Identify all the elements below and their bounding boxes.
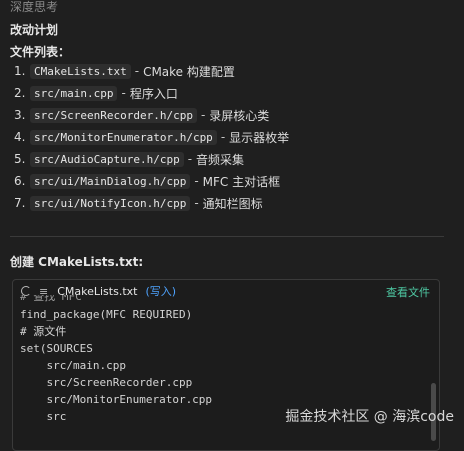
list-item: 5. src/AudioCapture.h/cpp - 音频采集 xyxy=(14,148,289,170)
code-line: src xyxy=(20,410,67,423)
separator-dash: - xyxy=(134,64,140,78)
file-path-code: src/main.cpp xyxy=(30,85,118,101)
file-path-code: src/AudioCapture.h/cpp xyxy=(30,151,184,167)
code-line: src/MonitorEnumerator.cpp xyxy=(20,393,213,406)
list-number: 7. xyxy=(14,196,26,210)
list-item: 2. src/main.cpp - 程序入口 xyxy=(14,82,289,104)
list-number: 6. xyxy=(14,174,26,188)
code-line: find_package(MFC REQUIRED) xyxy=(20,308,193,321)
watermark-text: 掘金技术社区 @ 海滨code xyxy=(285,409,454,425)
code-line: src/main.cpp xyxy=(20,359,126,372)
code-line: set(SOURCES xyxy=(20,342,93,355)
code-line: # 查找 MFC xyxy=(20,295,82,303)
list-item: 4. src/MonitorEnumerator.h/cpp - 显示器枚举 xyxy=(14,126,289,148)
section-divider xyxy=(10,236,444,237)
list-item: 7. src/ui/NotifyIcon.h/cpp - 通知栏图标 xyxy=(14,192,289,214)
create-file-heading: 创建 CMakeLists.txt: xyxy=(10,255,144,269)
list-item: 3. src/ScreenRecorder.h/cpp - 录屏核心类 xyxy=(14,104,289,126)
file-path-code: src/ui/MainDialog.h/cpp xyxy=(30,173,191,189)
file-description: CMake 构建配置 xyxy=(143,64,235,79)
separator-dash: - xyxy=(187,152,193,166)
code-line: src/ScreenRecorder.cpp xyxy=(20,376,193,389)
list-number: 1. xyxy=(14,64,26,78)
file-description: 通知栏图标 xyxy=(202,196,263,211)
list-item: 6. src/ui/MainDialog.h/cpp - MFC 主对话框 xyxy=(14,170,289,192)
separator-dash: - xyxy=(121,86,126,100)
list-item: 1. CMakeLists.txt - CMake 构建配置 xyxy=(14,60,289,82)
file-path-code: src/ScreenRecorder.h/cpp xyxy=(30,107,197,123)
file-list-heading: 文件列表： xyxy=(10,45,71,59)
file-list: 1. CMakeLists.txt - CMake 构建配置 2. src/ma… xyxy=(14,60,289,214)
separator-dash: - xyxy=(194,196,199,210)
file-description: 录屏核心类 xyxy=(209,108,270,123)
file-description: MFC 主对话框 xyxy=(202,174,281,189)
code-block[interactable]: # 查找 MFC find_package(MFC REQUIRED) # 源文… xyxy=(20,295,212,425)
list-number: 3. xyxy=(14,108,26,122)
file-description: 音频采集 xyxy=(196,152,245,167)
file-description: 程序入口 xyxy=(129,86,178,101)
file-description: 显示器枚举 xyxy=(229,130,290,145)
separator-dash: - xyxy=(200,108,206,122)
code-line: # 源文件 xyxy=(20,325,67,338)
separator-dash: - xyxy=(194,174,199,188)
separator-dash: - xyxy=(220,130,226,144)
list-number: 5. xyxy=(14,152,26,166)
change-plan-heading: 改动计划 xyxy=(10,23,59,37)
file-path-code: src/ui/NotifyIcon.h/cpp xyxy=(30,195,191,211)
view-file-button[interactable]: 查看文件 xyxy=(386,284,430,300)
file-path-code: CMakeLists.txt xyxy=(30,63,131,79)
deep-thinking-label[interactable]: 深度思考 xyxy=(10,0,58,15)
list-number: 4. xyxy=(14,130,26,144)
file-path-code: src/MonitorEnumerator.h/cpp xyxy=(30,129,217,145)
list-number: 2. xyxy=(14,86,26,100)
